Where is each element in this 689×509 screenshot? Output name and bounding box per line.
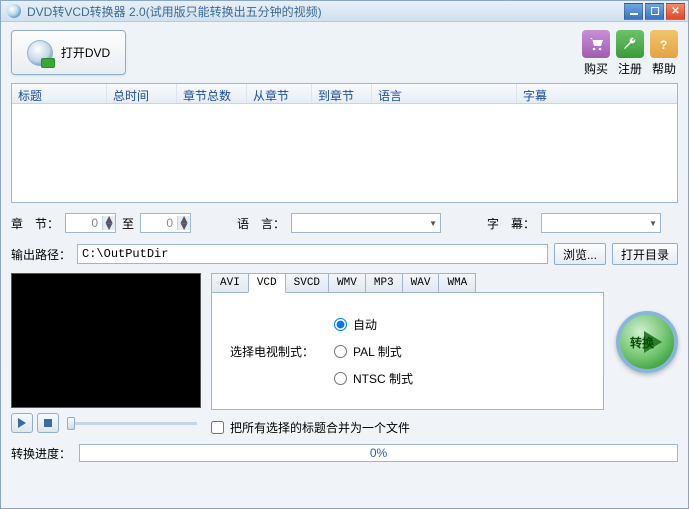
slider-thumb[interactable] [67, 417, 75, 430]
stop-button[interactable] [37, 413, 59, 433]
chapter-from-input[interactable] [66, 216, 102, 230]
radio-pal[interactable] [334, 345, 347, 358]
progress-label: 转换进度： [11, 445, 71, 462]
play-button[interactable] [11, 413, 33, 433]
chevron-down-icon: ▼ [429, 219, 437, 228]
output-path-input[interactable] [77, 244, 548, 264]
radio-auto[interactable] [334, 318, 347, 331]
subtitle-label: 字 幕： [487, 215, 535, 232]
register-button[interactable]: 注册 [616, 30, 644, 77]
browse-button[interactable]: 浏览... [554, 243, 606, 265]
window-title: DVD转VCD转换器 2.0(试用版只能转换出五分钟的视频) [27, 3, 624, 20]
wrench-icon [616, 30, 644, 58]
titlebar: DVD转VCD转换器 2.0(试用版只能转换出五分钟的视频) ✕ [1, 1, 688, 22]
output-path-label: 输出路径： [11, 246, 71, 263]
merge-checkbox[interactable] [211, 421, 224, 434]
tab-mp3[interactable]: MP3 [365, 273, 403, 292]
chapter-to-spinner[interactable]: ▲▼ [140, 213, 191, 233]
close-button[interactable]: ✕ [666, 3, 685, 20]
title-list[interactable]: 标题 总时间 章节总数 从章节 到章节 语言 字幕 [11, 83, 678, 203]
open-dir-button[interactable]: 打开目录 [612, 243, 678, 265]
col-chapters[interactable]: 章节总数 [177, 84, 247, 103]
tab-wav[interactable]: WAV [402, 273, 440, 292]
dvd-icon [27, 40, 53, 66]
col-sub[interactable]: 字幕 [517, 84, 677, 103]
cart-icon [582, 30, 610, 58]
svg-text:?: ? [660, 38, 667, 52]
language-select[interactable]: ▼ [291, 213, 441, 233]
down-arrow-icon[interactable]: ▼ [103, 223, 115, 230]
open-dvd-label: 打开DVD [61, 44, 110, 61]
chapter-to-input[interactable] [141, 216, 177, 230]
seek-slider[interactable] [67, 422, 197, 425]
col-from[interactable]: 从章节 [247, 84, 312, 103]
help-button[interactable]: ? 帮助 [650, 30, 678, 77]
open-dvd-button[interactable]: 打开DVD [11, 30, 126, 75]
radio-ntsc[interactable] [334, 372, 347, 385]
format-tabs: AVI VCD SVCD WMV MP3 WAV WMA [211, 273, 604, 292]
language-label: 语 言： [237, 215, 285, 232]
app-icon [7, 4, 21, 18]
settings-panel: 选择电视制式： 自动 PAL 制式 NTSC 制式 [211, 292, 604, 410]
chapter-from-spinner[interactable]: ▲▼ [65, 213, 116, 233]
minimize-button[interactable] [624, 3, 643, 20]
chevron-down-icon: ▼ [649, 219, 657, 228]
down-arrow-icon[interactable]: ▼ [178, 223, 190, 230]
subtitle-select[interactable]: ▼ [541, 213, 661, 233]
progress-bar: 0% [79, 444, 678, 462]
preview-pane [11, 273, 201, 408]
tab-vcd[interactable]: VCD [248, 273, 286, 293]
buy-button[interactable]: 购买 [582, 30, 610, 77]
col-to[interactable]: 到章节 [312, 84, 372, 103]
merge-label: 把所有选择的标题合并为一个文件 [230, 419, 410, 436]
tab-wma[interactable]: WMA [438, 273, 476, 292]
tab-wmv[interactable]: WMV [328, 273, 366, 292]
col-lang[interactable]: 语言 [372, 84, 517, 103]
col-title[interactable]: 标题 [12, 84, 107, 103]
col-duration[interactable]: 总时间 [107, 84, 177, 103]
maximize-button[interactable] [645, 3, 664, 20]
tab-avi[interactable]: AVI [211, 273, 249, 292]
chapter-to-label: 至 [122, 215, 134, 232]
tab-svcd[interactable]: SVCD [285, 273, 329, 292]
tv-system-label: 选择电视制式： [230, 343, 314, 360]
help-icon: ? [650, 30, 678, 58]
convert-button[interactable]: 转换 [616, 311, 678, 373]
grid-header: 标题 总时间 章节总数 从章节 到章节 语言 字幕 [12, 84, 677, 104]
chapter-label: 章 节： [11, 215, 59, 232]
